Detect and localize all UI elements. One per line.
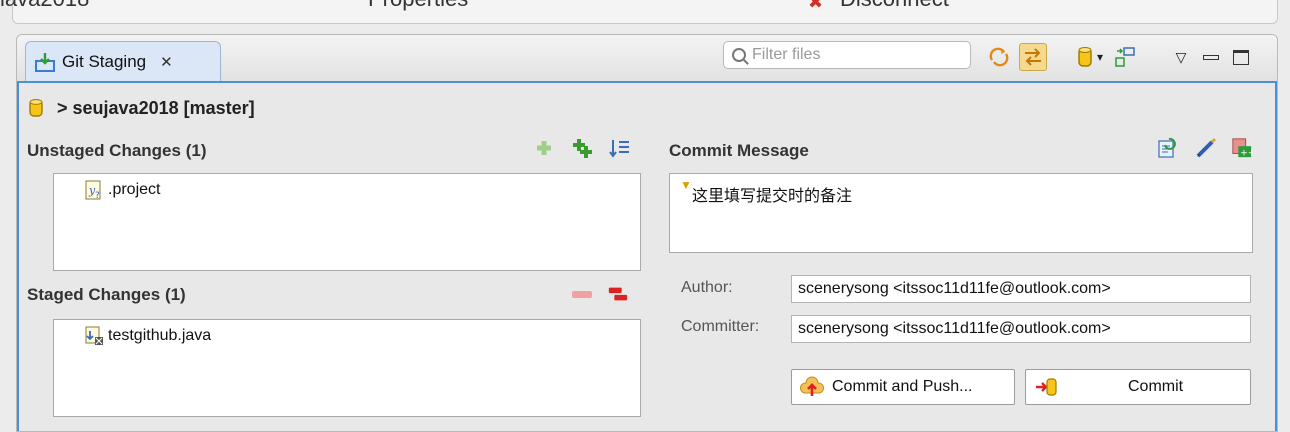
search-icon [732,48,746,62]
refresh-icon[interactable] [985,43,1013,71]
warning-caret-icon: ▼ [680,178,692,192]
tab-git-staging[interactable]: Git Staging ✕ [25,41,221,81]
git-staging-icon [35,52,55,72]
commit-button[interactable]: Commit [1025,369,1251,405]
commit-icon [1036,378,1057,396]
add-change-id-icon[interactable]: ++ [1231,137,1253,159]
top-partial-view: iava2018 Properties ✖ Disconnect [0,0,1290,26]
staged-count: (1) [164,285,186,304]
repository-icon [29,99,43,117]
view-tab-bar: Git Staging ✕ ▾ ▽ [17,35,1277,81]
commit-label: Commit [1128,378,1184,395]
unknown-file-icon: y? [85,180,101,200]
partial-view-frame [12,0,1278,24]
svg-text:?: ? [95,191,100,200]
filter-files-field[interactable] [723,41,971,69]
partial-project-label: iava2018 [0,0,89,12]
java-file-icon [85,326,103,345]
unstaged-changes-title: Unstaged Changes (1) [27,141,207,161]
staged-file-list[interactable]: testgithub.java [53,319,641,417]
commit-and-push-label: Commit and Push... [832,378,973,395]
maximize-icon[interactable] [1227,43,1255,71]
sort-icon[interactable] [609,137,631,159]
presentation-icon[interactable] [1111,43,1139,71]
staged-changes-title: Staged Changes (1) [27,285,186,305]
amend-icon[interactable] [1157,137,1179,159]
sign-off-icon[interactable] [1195,137,1217,159]
svg-text:++: ++ [1240,147,1253,158]
staged-title-text: Staged Changes [27,285,161,304]
close-icon[interactable]: ✕ [160,53,173,71]
committer-field[interactable]: scenerysong <itssoc11d11fe@outlook.com> [791,315,1251,343]
commit-message-title: Commit Message [669,141,809,160]
dropdown-icon[interactable]: ▾ [1093,43,1107,71]
unstaged-count: (1) [185,141,207,160]
commit-message-box[interactable]: ▼ 这里填写提交时的备注 [669,173,1253,253]
cloud-push-icon [800,376,824,396]
unstaged-file-list[interactable]: y? .project [53,173,641,271]
add-all-icon[interactable] [571,137,593,159]
remove-all-icon[interactable] [607,283,629,305]
staged-file-name: testgithub.java [108,327,212,344]
commit-message-text: 这里填写提交时的备注 [692,188,853,205]
repository-header: > seujava2018 [master] [29,91,255,125]
list-item[interactable]: testgithub.java [84,326,211,346]
author-field[interactable]: scenerysong <itssoc11d11fe@outlook.com> [791,275,1251,303]
link-with-selection-icon[interactable] [1019,43,1047,71]
staging-body: > seujava2018 [master] Unstaged Changes … [17,81,1277,431]
view-menu-icon[interactable]: ▽ [1167,43,1195,71]
add-icon[interactable] [533,137,555,159]
partial-properties-label: Properties [368,0,468,12]
tab-label: Git Staging [62,51,147,71]
committer-label: Committer: [681,318,760,335]
partial-disconnect-label: Disconnect [840,0,949,12]
unstaged-title-text: Unstaged Changes [27,141,181,160]
unstaged-file-name: .project [108,181,161,198]
repository-label: > seujava2018 [master] [57,97,255,118]
author-label: Author: [681,279,733,296]
git-staging-view: Git Staging ✕ ▾ ▽ > seujava2 [16,34,1278,432]
filter-files-input[interactable] [752,46,952,64]
remove-icon[interactable] [571,283,593,305]
commit-and-push-button[interactable]: Commit and Push... [791,369,1015,405]
disconnect-icon: ✖ [808,0,824,12]
minimize-icon[interactable] [1197,43,1225,71]
list-item[interactable]: y? .project [84,180,160,200]
